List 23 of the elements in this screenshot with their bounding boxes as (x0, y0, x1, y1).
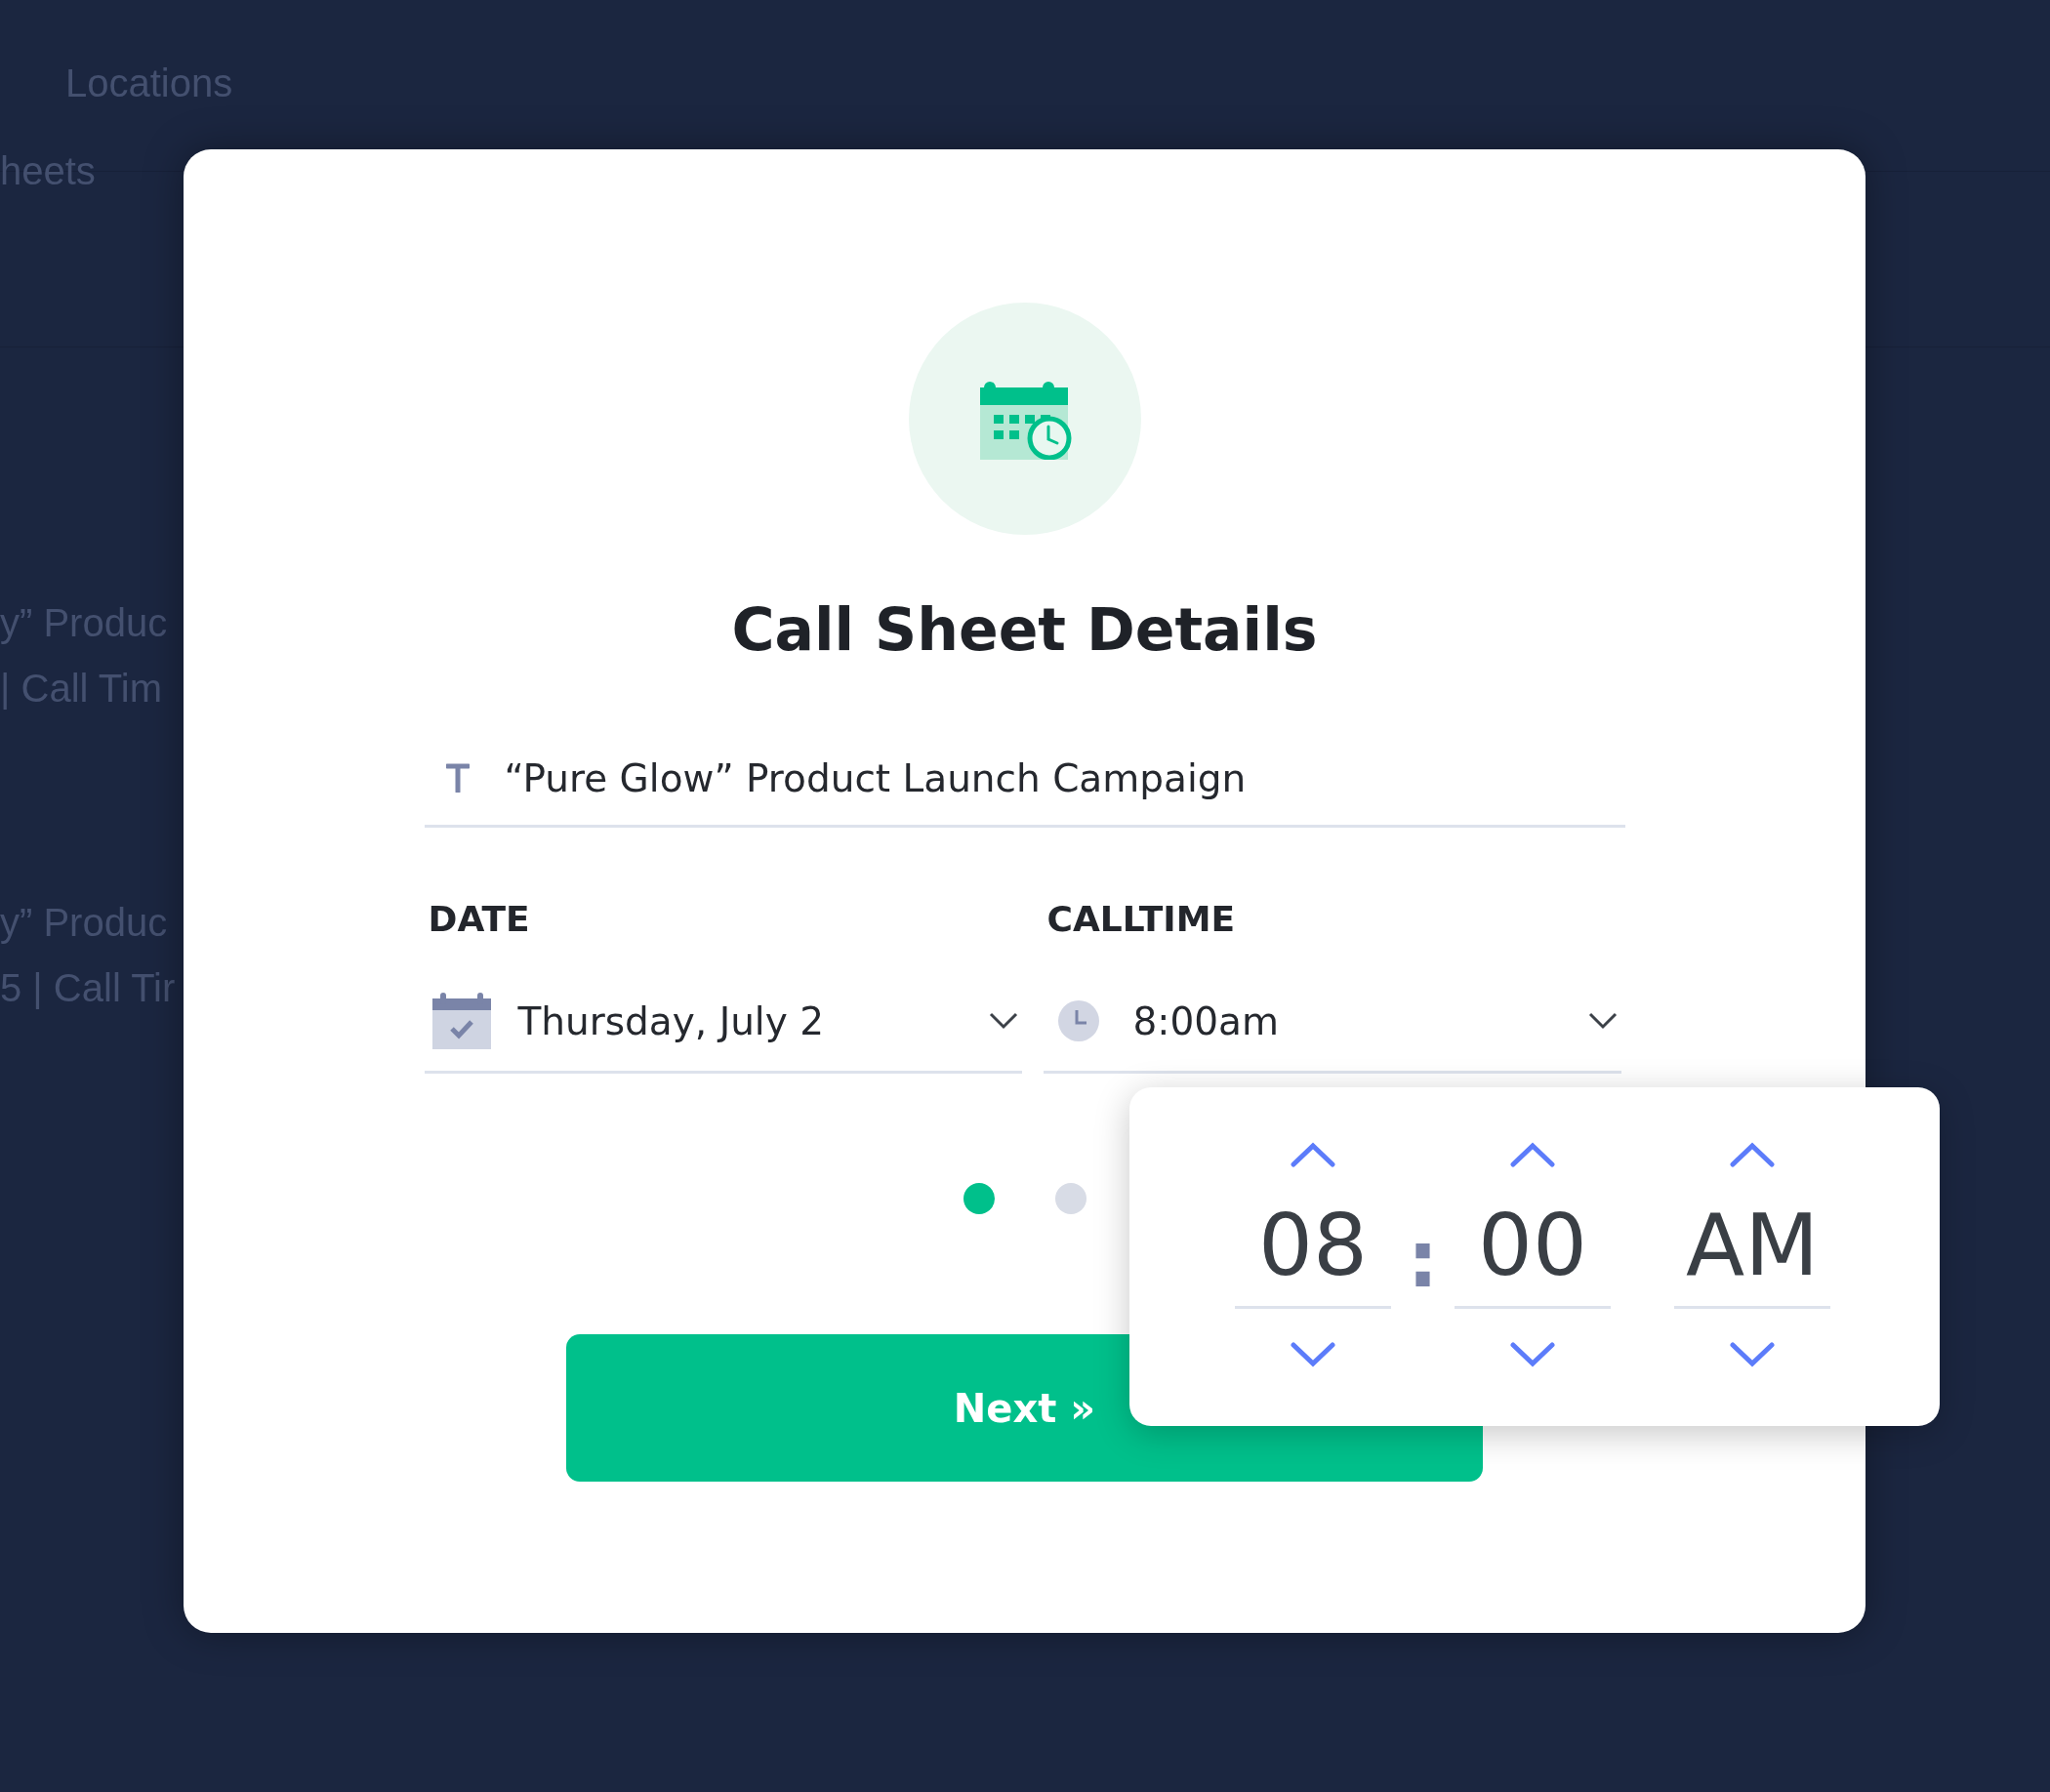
title-input-field[interactable]: “Pure Glow” Product Launch Campaign (424, 739, 1625, 828)
chevron-down-icon (1291, 1342, 1335, 1367)
field-label: CALLTIME (1046, 898, 1237, 941)
step-dot[interactable] (1054, 1183, 1086, 1214)
chevron-down-icon (1730, 1342, 1775, 1367)
minute-value[interactable]: 00 (1455, 1185, 1611, 1309)
chevron-down-icon (1510, 1342, 1555, 1367)
dialog-title: Call Sheet Details (731, 594, 1318, 666)
date-dropdown[interactable]: Thursday, July 2 (424, 977, 1022, 1074)
period-value[interactable]: AM (1674, 1185, 1830, 1309)
hour-value[interactable]: 08 (1235, 1185, 1391, 1309)
time-separator: : (1406, 1213, 1440, 1307)
step-dot[interactable] (963, 1183, 995, 1214)
time-dropdown[interactable]: 8:00am (1043, 977, 1621, 1074)
clock-icon (1056, 999, 1100, 1042)
calendar-icon (431, 993, 491, 1049)
field-label: DATE (427, 898, 531, 941)
chevron-up-icon (1291, 1142, 1335, 1167)
chevron-down-icon (1587, 1012, 1618, 1030)
chevron-up-icon (1730, 1142, 1775, 1167)
chevron-up-icon (1510, 1142, 1555, 1167)
text-type-icon (445, 763, 470, 793)
chevron-down-icon (988, 1012, 1018, 1030)
